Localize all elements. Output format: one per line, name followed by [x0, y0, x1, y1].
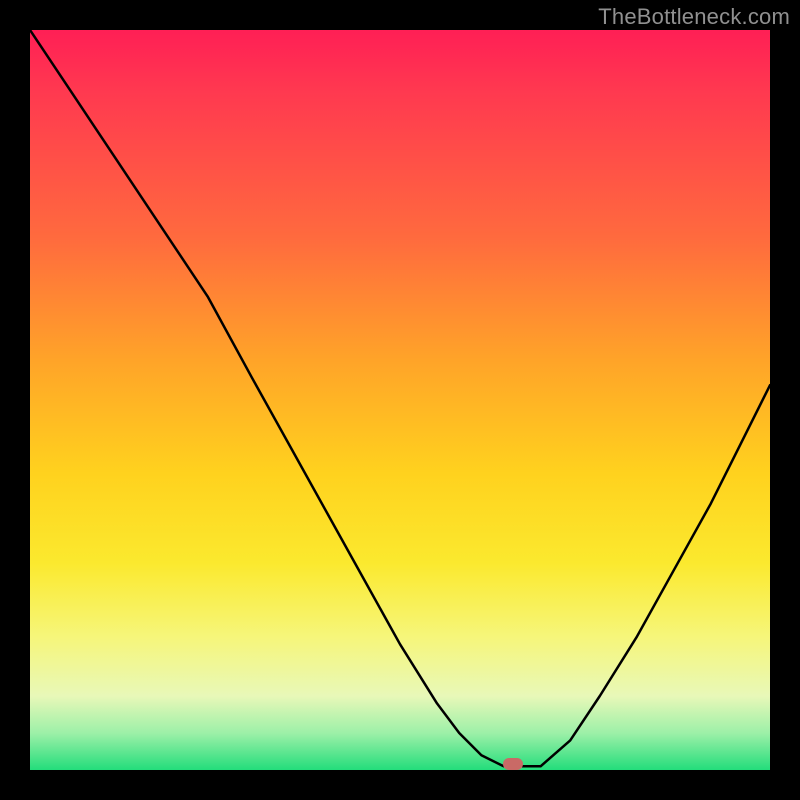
- optimum-marker: [503, 758, 523, 770]
- curve-svg: [30, 30, 770, 770]
- plot-area: [30, 30, 770, 770]
- bottleneck-curve: [30, 30, 770, 766]
- attribution-text: TheBottleneck.com: [598, 4, 790, 30]
- chart-frame: TheBottleneck.com: [0, 0, 800, 800]
